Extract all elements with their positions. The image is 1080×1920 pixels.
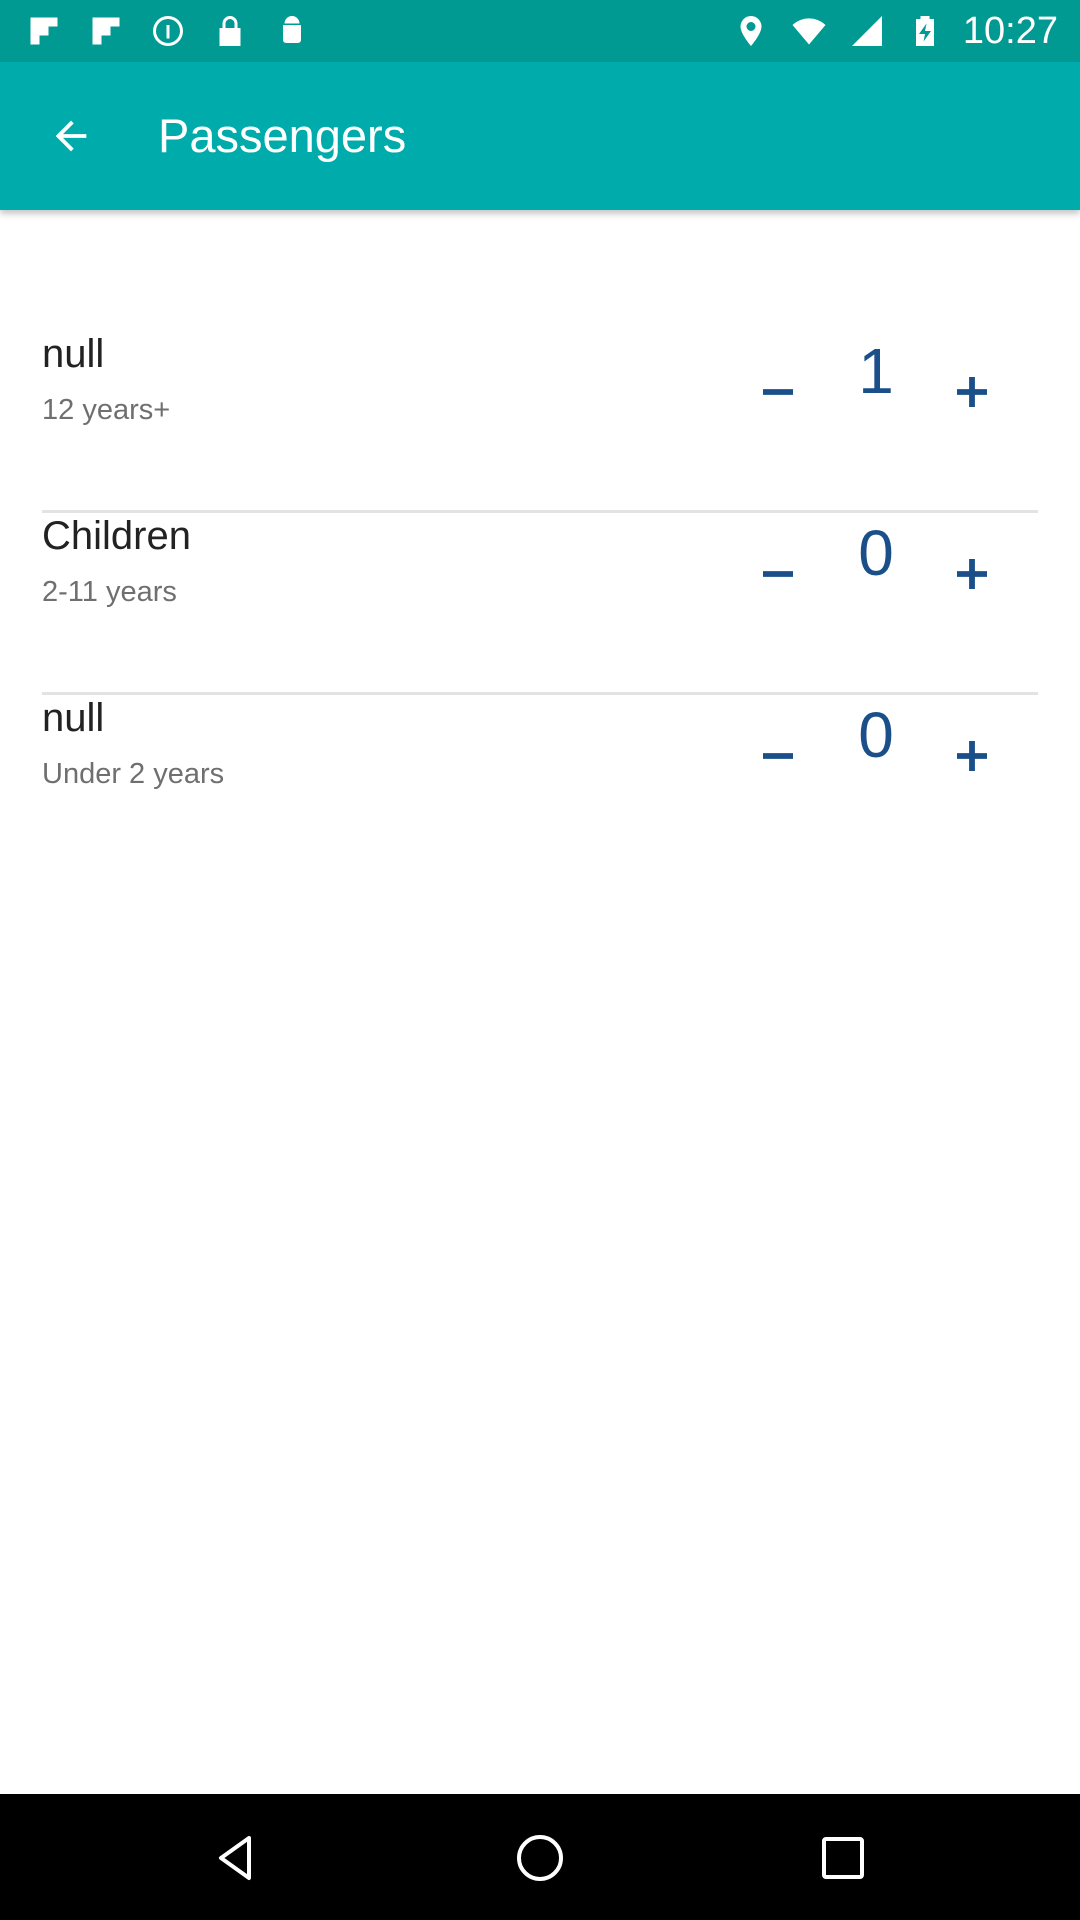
increment-button[interactable] [932, 534, 1012, 614]
increment-button[interactable] [932, 352, 1012, 432]
row-divider [42, 692, 1038, 695]
minus-icon [763, 753, 793, 759]
passenger-stepper: 0 [738, 696, 1038, 816]
minus-icon [763, 389, 793, 395]
decrement-button[interactable] [738, 352, 818, 432]
nav-back-button[interactable] [197, 1818, 277, 1898]
wifi-icon [789, 11, 829, 51]
passenger-type-label: Children [42, 514, 191, 558]
passenger-age-label: Under 2 years [42, 758, 225, 790]
info-circle-icon [148, 11, 188, 51]
square-recents-icon [822, 1837, 864, 1879]
page-title: Passengers [158, 109, 407, 162]
nav-recents-button[interactable] [803, 1818, 883, 1898]
passenger-type-label: null [42, 332, 105, 376]
passenger-count: 0 [858, 517, 894, 589]
battery-charging-icon [905, 11, 945, 51]
passenger-stepper: 0 [738, 514, 1038, 634]
status-left-icons [24, 10, 312, 52]
passenger-stepper: 1 [738, 332, 1038, 452]
android-icon [272, 11, 312, 51]
plus-icon [957, 741, 987, 771]
passenger-row-children: Children 2-11 years 0 [42, 514, 1038, 695]
row-divider [42, 510, 1038, 513]
status-bar: 10:27 [0, 0, 1080, 62]
passenger-age-label: 12 years+ [42, 394, 171, 426]
arrow-back-icon [55, 120, 87, 152]
triangle-back-icon [219, 1836, 251, 1880]
passenger-age-label: 2-11 years [42, 576, 177, 608]
back-button[interactable] [33, 98, 109, 174]
status-right-icons: 10:27 [731, 8, 1058, 54]
passenger-count: 1 [858, 335, 894, 407]
signal-icon [847, 11, 887, 51]
app-bar: Passengers [0, 62, 1080, 210]
passenger-row-infants: null Under 2 years 0 [42, 696, 1038, 877]
system-nav-bar [0, 1794, 1080, 1920]
increment-button[interactable] [932, 716, 1012, 796]
passenger-type-label: null [42, 696, 105, 740]
status-clock: 10:27 [962, 9, 1058, 52]
decrement-button[interactable] [738, 534, 818, 614]
plus-icon [957, 377, 987, 407]
flipboard-icon [86, 11, 126, 51]
lock-icon [210, 11, 250, 51]
decrement-button[interactable] [738, 716, 818, 796]
plus-icon [957, 559, 987, 589]
passenger-count: 0 [858, 699, 894, 771]
passenger-row-adults: null 12 years+ 1 [42, 332, 1038, 513]
flipboard-icon [24, 11, 64, 51]
location-icon [731, 11, 771, 51]
minus-icon [763, 571, 793, 577]
nav-home-button[interactable] [500, 1818, 580, 1898]
circle-home-icon [517, 1835, 563, 1881]
